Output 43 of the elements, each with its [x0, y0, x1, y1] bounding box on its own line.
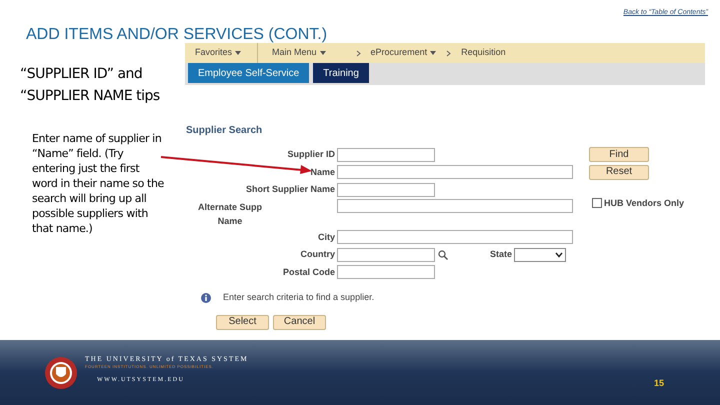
field-label: Country: [300, 248, 335, 261]
field-label: Short Supplier Name: [246, 183, 335, 196]
tab[interactable]: Employee Self-Service: [188, 63, 310, 83]
info-icon: [201, 292, 211, 303]
nav-menu-item[interactable]: Main Menu: [272, 46, 346, 60]
text-field[interactable]: [337, 230, 573, 244]
state-dropdown[interactable]: [514, 248, 566, 262]
university-seal-icon: [45, 356, 77, 388]
field-label: State: [490, 248, 512, 261]
slide-title: ADD ITEMS AND/OR SERVICES (CONT.): [26, 27, 328, 43]
field-label: City: [318, 230, 335, 244]
search-button[interactable]: Find: [589, 147, 649, 162]
search-button[interactable]: Reset: [589, 164, 649, 180]
checkbox[interactable]: [592, 198, 602, 208]
field-label: Alternate Supp Name: [196, 200, 263, 228]
text-field[interactable]: [337, 165, 573, 180]
action-button[interactable]: Select: [216, 314, 269, 330]
caret-down-icon: [320, 51, 326, 55]
text-field[interactable]: [337, 182, 435, 197]
chevron-down-icon: [555, 252, 564, 258]
field-label: Postal Code: [282, 266, 335, 278]
nav-menu-item[interactable]: eProcurement: [370, 46, 436, 60]
tab[interactable]: Training: [313, 63, 369, 83]
tip-text: Enter name of supplier in “Name” field. (Try entering just the first word in their name so the search will bring up all possible suppliers with that name.): [31, 131, 165, 236]
search-icon[interactable]: [438, 250, 448, 260]
nav-menu-item[interactable]: Favorites: [185, 46, 258, 60]
text-field[interactable]: [337, 248, 435, 262]
nav-menu-item[interactable]: Requisition: [461, 46, 506, 60]
chevron-right-icon: [446, 50, 452, 56]
field-label: Name: [310, 166, 335, 178]
caret-down-icon: [235, 51, 242, 55]
action-button[interactable]: Cancel: [273, 314, 326, 330]
text-field[interactable]: [337, 198, 573, 212]
text-field[interactable]: [337, 148, 435, 162]
tips-heading: “SUPPLIER ID” and “SUPPLIER NAME tips: [19, 65, 161, 106]
field-label: Supplier ID: [287, 148, 335, 161]
checkbox-label: HUB Vendors Only: [604, 196, 684, 210]
form-title: Supplier Search: [186, 124, 264, 138]
info-message: Enter search criteria to find a supplier.: [223, 291, 374, 304]
caret-down-icon: [430, 51, 436, 55]
chevron-right-icon: [356, 50, 361, 56]
text-field[interactable]: [337, 265, 435, 280]
page-number: 15: [654, 376, 664, 390]
